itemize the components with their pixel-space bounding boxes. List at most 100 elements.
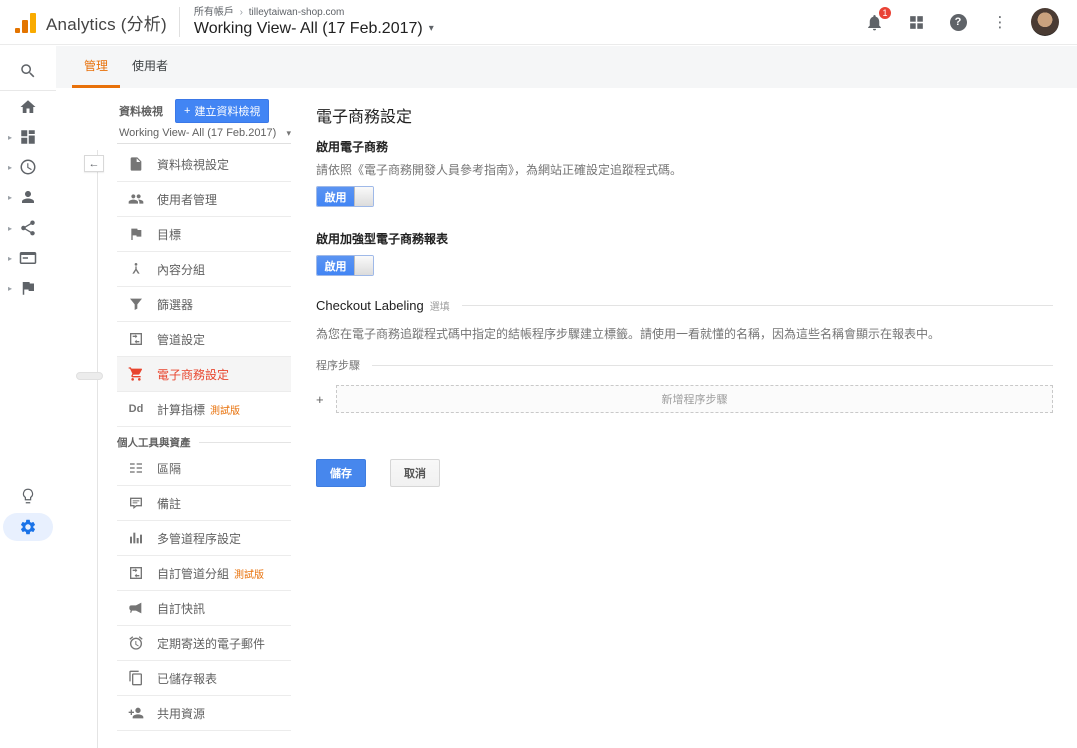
breadcrumb-block: 所有帳戶 › tilleytaiwan-shop.com Working Vie… (194, 6, 434, 38)
nav-conversions[interactable]: ▸ (0, 275, 56, 301)
panel-item-share-assets[interactable]: 共用資源 (117, 696, 291, 731)
panel-divider (97, 150, 98, 748)
toggle-on-label: 啟用 (317, 256, 354, 275)
toggle-knob (354, 187, 373, 206)
create-view-button[interactable]: + 建立資料檢視 (175, 99, 269, 123)
avatar[interactable] (1031, 8, 1059, 36)
enhanced-ecommerce-heading: 啟用加強型電子商務報表 (316, 230, 1053, 247)
panel-item-content-grouping[interactable]: 內容分組 (117, 252, 291, 287)
chevron-down-icon[interactable]: ▾ (429, 23, 434, 34)
conversions-flag-icon (19, 279, 37, 297)
panel-item-annotations[interactable]: 備註 (117, 486, 291, 521)
view-settings-doc-icon (127, 155, 145, 173)
customization-icon (19, 128, 37, 146)
panel-item-filters[interactable]: 篩選器 (117, 287, 291, 322)
section-rule (199, 442, 292, 443)
panel-item-label: 目標 (157, 226, 181, 243)
section-rule (462, 305, 1053, 306)
filters-funnel-icon (127, 295, 145, 313)
more-menu-button[interactable]: ⋮ (989, 11, 1011, 33)
search-button[interactable] (0, 58, 56, 84)
panel-item-label: 定期寄送的電子郵件 (157, 635, 265, 652)
toggle-on-label: 啟用 (317, 187, 354, 206)
panel-item-view-settings[interactable]: 資料檢視設定 (117, 147, 291, 182)
add-step-row: + 新增程序步驟 (316, 385, 1053, 413)
apps-grid-button[interactable] (905, 11, 927, 33)
nav-rail: ▸ ▸ ▸ ▸ ▸ ▸ (0, 46, 56, 748)
user-management-people-icon (127, 190, 145, 208)
nav-behavior[interactable]: ▸ (0, 245, 56, 271)
panel-item-label: 已儲存報表 (157, 670, 217, 687)
breadcrumb-accounts[interactable]: 所有帳戶 (194, 7, 234, 18)
nav-insights[interactable] (0, 483, 56, 509)
audience-person-icon (19, 188, 37, 206)
breadcrumb-separator: › (240, 7, 243, 18)
panel-item-channel-settings[interactable]: 管道設定 (117, 322, 291, 357)
header-actions: 1 ? ⋮ (863, 8, 1077, 36)
add-funnel-step-button[interactable]: 新增程序步驟 (336, 385, 1053, 413)
nav-admin[interactable] (0, 514, 56, 540)
nav-customization[interactable]: ▸ (0, 124, 56, 150)
nav-acquisition[interactable]: ▸ (0, 215, 56, 241)
header-divider (179, 7, 180, 37)
view-selector-underline (117, 143, 291, 144)
app-header: Analytics (分析) 所有帳戶 › tilleytaiwan-shop.… (0, 0, 1077, 45)
enhanced-ecommerce-toggle[interactable]: 啟用 (316, 255, 374, 276)
panel-item-label: 區隔 (157, 460, 181, 477)
panel-item-calculated-metrics[interactable]: Dd 計算指標 測試版 (117, 392, 291, 427)
beta-badge: 測試版 (210, 402, 240, 417)
help-button[interactable]: ? (947, 11, 969, 33)
panel-item-segments[interactable]: 區隔 (117, 451, 291, 486)
calculated-metrics-icon: Dd (127, 400, 145, 418)
nav-realtime[interactable]: ▸ (0, 154, 56, 180)
help-icon: ? (950, 14, 967, 31)
panel-item-user-management[interactable]: 使用者管理 (117, 182, 291, 217)
panel-resize-handle[interactable] (76, 372, 103, 380)
nav-home[interactable] (0, 94, 56, 120)
more-vert-icon: ⋮ (993, 13, 1008, 31)
rail-divider (0, 90, 56, 91)
save-button[interactable]: 儲存 (316, 459, 366, 487)
panel-item-custom-channel-grouping[interactable]: 自訂管道分組 測試版 (117, 556, 291, 591)
annotations-icon (127, 494, 145, 512)
panel-item-label: 使用者管理 (157, 191, 217, 208)
admin-gear-icon (19, 518, 37, 536)
panel-collapse-button[interactable]: ← (84, 155, 104, 172)
channel-settings-icon (127, 330, 145, 348)
analytics-admin-page: Analytics (分析) 所有帳戶 › tilleytaiwan-shop.… (0, 0, 1077, 748)
chevron-right-icon: ▸ (8, 224, 12, 233)
checkout-labeling-title: Checkout Labeling (316, 298, 424, 313)
panel-item-label: 多管道程序設定 (157, 530, 241, 547)
analytics-logo-icon[interactable] (15, 11, 36, 33)
create-view-label: 建立資料檢視 (194, 103, 260, 119)
panel-item-label: 計算指標 (157, 401, 205, 418)
tab-admin[interactable]: 管理 (72, 46, 120, 88)
breadcrumb-property[interactable]: tilleytaiwan-shop.com (249, 7, 345, 18)
custom-channel-grouping-icon (127, 564, 145, 582)
view-selector-dropdown[interactable]: Working View- All (17 Feb.2017) ▾ (119, 123, 291, 143)
panel-menu: 資料檢視設定 使用者管理 目標 內容分組 篩選器 管道設定 電子商務設定 Dd (117, 147, 291, 731)
panel-item-multi-channel-funnels[interactable]: 多管道程序設定 (117, 521, 291, 556)
panel-item-label: 篩選器 (157, 296, 193, 313)
section-rule (372, 365, 1053, 366)
cancel-button[interactable]: 取消 (390, 459, 440, 487)
insights-bulb-icon (19, 487, 37, 505)
nav-audience[interactable]: ▸ (0, 184, 56, 210)
chevron-right-icon: ▸ (8, 193, 12, 202)
panel-item-scheduled-emails[interactable]: 定期寄送的電子郵件 (117, 626, 291, 661)
content-grouping-icon (127, 260, 145, 278)
chevron-right-icon: ▸ (8, 133, 12, 142)
tab-user[interactable]: 使用者 (120, 46, 180, 88)
enable-ecommerce-toggle[interactable]: 啟用 (316, 186, 374, 207)
panel-item-label: 自訂快訊 (157, 600, 205, 617)
multi-channel-funnels-icon (127, 529, 145, 547)
panel-item-goals[interactable]: 目標 (117, 217, 291, 252)
panel-item-saved-reports[interactable]: 已儲存報表 (117, 661, 291, 696)
notifications-button[interactable]: 1 (863, 11, 885, 33)
saved-reports-icon (127, 669, 145, 687)
panel-item-label: 電子商務設定 (157, 366, 229, 383)
panel-item-custom-alerts[interactable]: 自訂快訊 (117, 591, 291, 626)
notification-badge: 1 (878, 6, 892, 20)
panel-item-ecommerce-settings[interactable]: 電子商務設定 (117, 357, 291, 392)
scheduled-emails-clock-icon (127, 634, 145, 652)
